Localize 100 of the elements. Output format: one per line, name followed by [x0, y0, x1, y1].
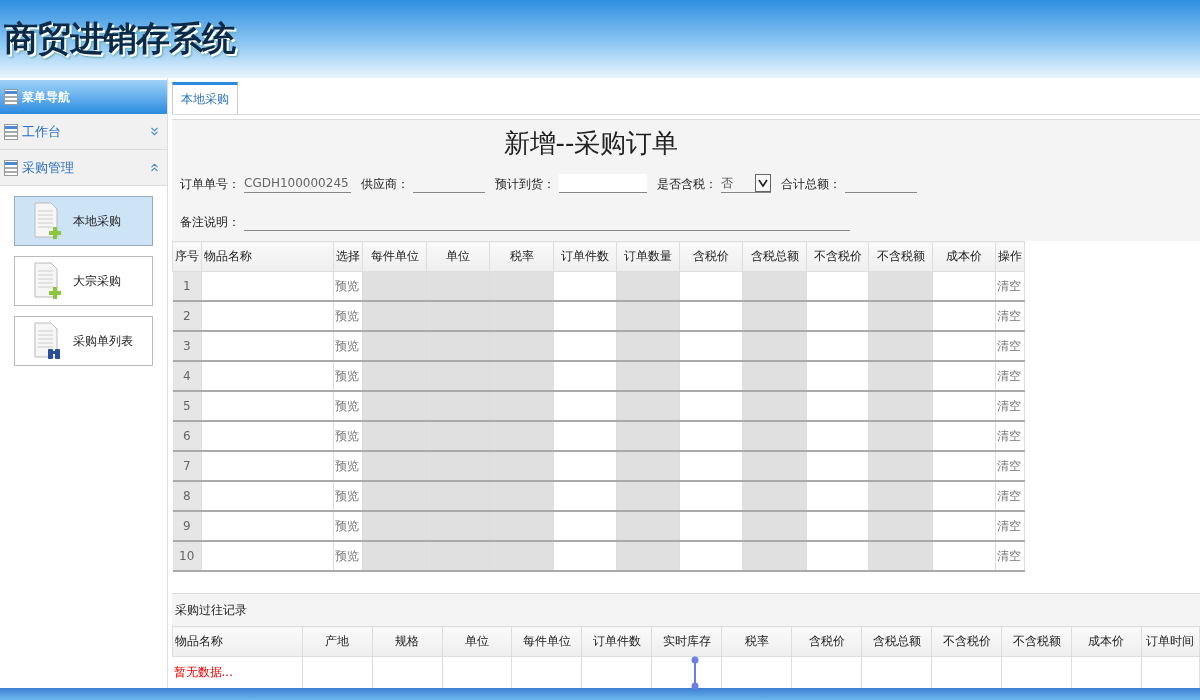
- menu-item[interactable]: 大宗采购: [14, 256, 153, 306]
- field-label: 合计总额：: [780, 176, 841, 193]
- table-cell: [616, 421, 680, 451]
- table-cell: [553, 451, 617, 481]
- clear-link[interactable]: 清空: [997, 368, 1021, 383]
- table-cell: [721, 656, 792, 688]
- column-header: 每件单位: [362, 241, 427, 272]
- column-header: 操作: [995, 241, 1025, 272]
- column-header: 物品名称: [201, 241, 334, 272]
- table-cell: [679, 541, 743, 571]
- table-cell: [372, 656, 443, 688]
- date-field[interactable]: [558, 174, 647, 193]
- preview-link[interactable]: 预览: [335, 278, 359, 293]
- table-cell: [616, 481, 680, 511]
- column-header: 物品名称: [172, 626, 303, 657]
- table-cell: [489, 301, 554, 331]
- clear-link[interactable]: 清空: [997, 398, 1021, 413]
- field-label: 供应商：: [360, 176, 409, 193]
- clear-link[interactable]: 清空: [997, 458, 1021, 473]
- table-cell: [553, 361, 617, 391]
- column-header: 每件单位: [511, 626, 582, 657]
- table-cell: [806, 391, 869, 421]
- tab[interactable]: 本地采购: [172, 82, 238, 114]
- row-number: 2: [172, 301, 202, 331]
- column-header: 不含税额: [1001, 626, 1072, 657]
- expand-icon: [148, 125, 161, 138]
- table-cell: [742, 331, 807, 361]
- table-cell: [868, 361, 933, 391]
- table-cell: [806, 511, 869, 541]
- table-cell: [931, 656, 1002, 688]
- table-cell: [868, 331, 933, 361]
- column-header: 成本价: [1071, 626, 1142, 657]
- column-header: 含税价: [791, 626, 862, 657]
- document-plus-icon: [33, 261, 63, 301]
- clear-link[interactable]: 清空: [997, 488, 1021, 503]
- table-cell: [679, 391, 743, 421]
- row-number: 7: [172, 451, 202, 481]
- column-header: 不含税额: [868, 241, 933, 272]
- table-cell: [742, 511, 807, 541]
- table-cell: [616, 451, 680, 481]
- column-header: 产地: [302, 626, 373, 657]
- preview-link[interactable]: 预览: [335, 488, 359, 503]
- list-icon: [4, 123, 18, 140]
- preview-link[interactable]: 预览: [335, 548, 359, 563]
- input-field[interactable]: CGDH100000245: [244, 174, 351, 193]
- column-header: 规格: [372, 626, 443, 657]
- clear-link[interactable]: 清空: [997, 278, 1021, 293]
- table-cell: [679, 511, 743, 541]
- table-cell: [679, 481, 743, 511]
- menu-group[interactable]: 采购管理: [0, 150, 167, 186]
- column-header: 订单时间: [1141, 626, 1200, 657]
- menu-item[interactable]: 本地采购: [14, 196, 153, 246]
- column-header: 选择: [333, 241, 363, 272]
- table-cell: [742, 361, 807, 391]
- resize-handle[interactable]: [691, 656, 699, 690]
- table-cell: [806, 421, 869, 451]
- preview-link[interactable]: 预览: [335, 398, 359, 413]
- table-cell: [553, 541, 617, 571]
- preview-link[interactable]: 预览: [335, 518, 359, 533]
- row-number: 8: [172, 481, 202, 511]
- table-cell: [806, 451, 869, 481]
- clear-link[interactable]: 清空: [997, 338, 1021, 353]
- clear-link[interactable]: 清空: [997, 518, 1021, 533]
- field-label: 订单单号：: [180, 176, 240, 193]
- select-field[interactable]: 否: [720, 174, 771, 193]
- table-cell: [489, 451, 554, 481]
- preview-link[interactable]: 预览: [335, 428, 359, 443]
- menu-item[interactable]: 采购单列表: [14, 316, 153, 366]
- preview-link[interactable]: 预览: [335, 368, 359, 383]
- table-cell: [489, 391, 554, 421]
- table-cell: [861, 656, 932, 688]
- table-cell: [616, 541, 680, 571]
- table-cell: [868, 481, 933, 511]
- document-plus-icon: [33, 201, 63, 241]
- menu-group[interactable]: 工作台: [0, 114, 167, 150]
- column-header: 单位: [442, 626, 512, 657]
- table-cell: [742, 481, 807, 511]
- table-cell: [742, 421, 807, 451]
- column-header: 实时库存: [651, 626, 722, 657]
- table-cell: [1141, 656, 1200, 688]
- table-cell: [616, 391, 680, 421]
- preview-link[interactable]: 预览: [335, 338, 359, 353]
- clear-link[interactable]: 清空: [997, 548, 1021, 563]
- clear-link[interactable]: 清空: [997, 428, 1021, 443]
- table-cell: [806, 481, 869, 511]
- table-cell: [442, 656, 512, 688]
- table-cell: [868, 301, 933, 331]
- row-number: 4: [172, 361, 202, 391]
- preview-link[interactable]: 预览: [335, 308, 359, 323]
- field-label: 备注说明：: [180, 214, 240, 231]
- table-cell: [553, 391, 617, 421]
- column-header: 成本价: [932, 241, 996, 272]
- table-cell: [806, 301, 869, 331]
- clear-link[interactable]: 清空: [997, 308, 1021, 323]
- preview-link[interactable]: 预览: [335, 458, 359, 473]
- column-header: 税率: [489, 241, 554, 272]
- table-cell: [742, 301, 807, 331]
- table-cell: [553, 421, 617, 451]
- table-cell: [868, 421, 933, 451]
- empty-message: 暂无数据...: [173, 665, 233, 679]
